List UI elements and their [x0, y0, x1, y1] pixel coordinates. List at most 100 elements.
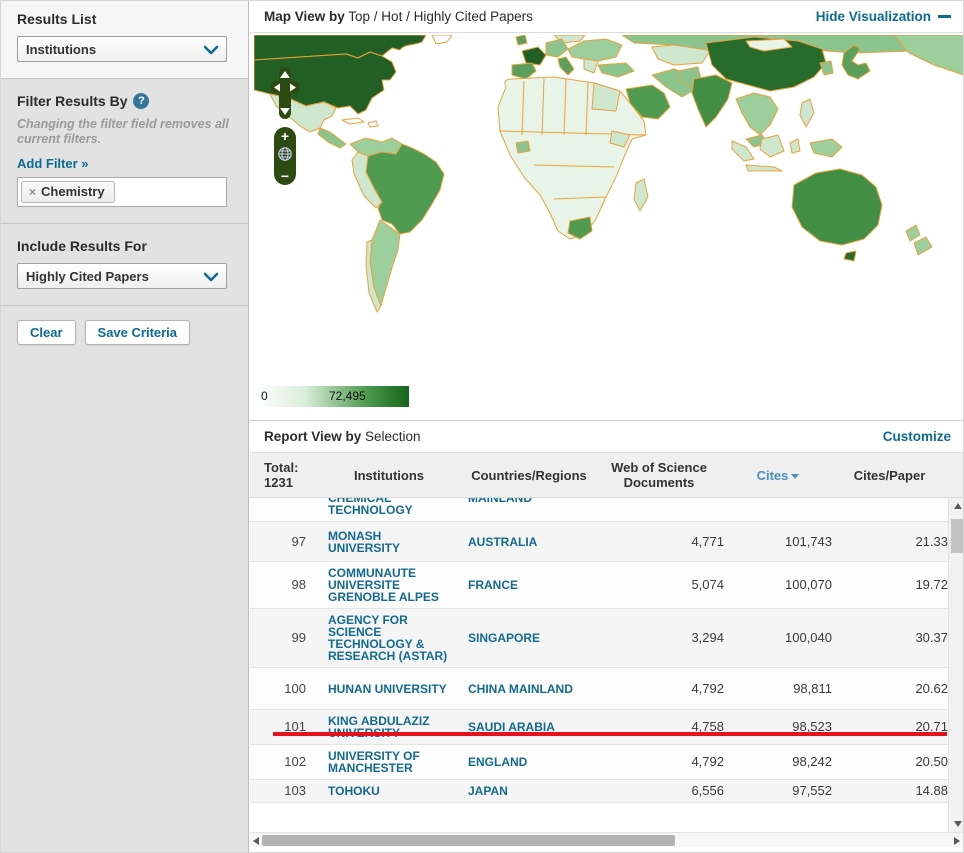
- institution-link[interactable]: UNIVERSITY OF MANCHESTER: [314, 750, 464, 774]
- minus-icon: [938, 15, 951, 18]
- cites-paper-cell: 20.50: [832, 756, 948, 768]
- filter-tags-box[interactable]: × Chemistry: [17, 177, 227, 207]
- table-header-row: Total: 1231 Institutions Countries/Regio…: [250, 452, 964, 498]
- cites-cell: 101,743: [724, 536, 832, 548]
- remove-filter-icon[interactable]: ×: [29, 185, 36, 199]
- rank-cell: 102: [250, 756, 314, 768]
- cites-paper-cell: 20.62: [832, 683, 948, 695]
- rank-cell: 103: [250, 785, 314, 797]
- globe-icon[interactable]: [277, 146, 293, 167]
- include-results-title: Include Results For: [17, 238, 232, 254]
- zoom-out-button[interactable]: −: [281, 170, 289, 182]
- scroll-up-button[interactable]: [949, 498, 964, 514]
- triangle-left-icon: [253, 837, 259, 845]
- column-cites-sort[interactable]: Cites: [724, 468, 832, 483]
- sidebar: Results List Institutions Filter Results…: [1, 1, 249, 853]
- cites-cell: 97,552: [724, 785, 832, 797]
- filter-note: Changing the filter field removes all cu…: [17, 117, 232, 147]
- map-zoom-control[interactable]: + −: [274, 127, 296, 185]
- map-pan-control[interactable]: [270, 67, 300, 119]
- continent-africa[interactable]: [498, 77, 648, 239]
- add-filter-link[interactable]: Add Filter »: [17, 156, 89, 171]
- column-wos-documents: Web of Science Documents: [594, 460, 724, 490]
- triangle-down-icon: [954, 821, 962, 827]
- results-list-title: Results List: [17, 11, 232, 27]
- table-row: CHEMICAL TECHNOLOGYMAINLAND: [250, 498, 948, 522]
- results-list-section: Results List Institutions: [1, 1, 248, 79]
- continent-asia[interactable]: [678, 37, 870, 171]
- rank-cell: 100: [250, 683, 314, 695]
- cites-cell: 98,242: [724, 756, 832, 768]
- institution-link[interactable]: AGENCY FOR SCIENCE TECHNOLOGY & RESEARCH…: [314, 614, 464, 662]
- continent-south-america[interactable]: [350, 138, 444, 312]
- map-view-title: Map View by Top / Hot / Highly Cited Pap…: [264, 9, 533, 24]
- customize-link[interactable]: Customize: [883, 429, 951, 444]
- docs-cell: 4,771: [594, 536, 724, 548]
- institution-link[interactable]: MONASH UNIVERSITY: [314, 530, 464, 554]
- zoom-in-button[interactable]: +: [281, 130, 289, 142]
- country-link[interactable]: FRANCE: [464, 579, 594, 591]
- table-row-101: 101KING ABDULAZIZ UNIVERSITYSAUDI ARABIA…: [250, 710, 948, 745]
- docs-cell: 5,074: [594, 579, 724, 591]
- filter-title: Filter Results By: [17, 93, 127, 109]
- institution-link[interactable]: TOHOKU: [314, 785, 464, 797]
- institution-link[interactable]: COMMUNAUTE UNIVERSITE GRENOBLE ALPES: [314, 567, 464, 603]
- docs-cell: 3,294: [594, 632, 724, 644]
- results-list-select[interactable]: Institutions: [17, 36, 227, 62]
- esi-app-window: Results List Institutions Filter Results…: [0, 0, 964, 853]
- world-choropleth-map[interactable]: [254, 35, 964, 375]
- docs-cell: 6,556: [594, 785, 724, 797]
- save-criteria-button[interactable]: Save Criteria: [85, 320, 191, 345]
- country-link[interactable]: ENGLAND: [464, 756, 594, 768]
- triangle-right-icon: [954, 837, 960, 845]
- scroll-down-button[interactable]: [949, 816, 964, 832]
- scroll-right-button[interactable]: [951, 833, 963, 847]
- cites-paper-cell: 14.88: [832, 785, 948, 797]
- legend-max-value: 72,495: [329, 389, 366, 403]
- cites-paper-cell: 30.37: [832, 632, 948, 644]
- filter-tag-chemistry[interactable]: × Chemistry: [21, 181, 115, 203]
- filter-tag-label: Chemistry: [41, 184, 105, 199]
- main-panel: Map View by Top / Hot / Highly Cited Pap…: [250, 1, 964, 853]
- report-view-title: Report View by Selection: [264, 429, 421, 444]
- include-results-select[interactable]: Highly Cited Papers: [17, 263, 227, 289]
- clear-button[interactable]: Clear: [17, 320, 76, 345]
- sort-down-icon: [791, 474, 799, 479]
- triangle-up-icon: [954, 503, 962, 509]
- continent-oceania[interactable]: [792, 169, 932, 261]
- docs-cell: 4,792: [594, 756, 724, 768]
- chevron-down-icon: [202, 270, 220, 289]
- cites-cell: 100,040: [724, 632, 832, 644]
- scroll-left-button[interactable]: [250, 833, 262, 847]
- report-view-header: Report View by Selection Customize: [250, 421, 964, 452]
- hide-visualization-link[interactable]: Hide Visualization: [816, 9, 951, 24]
- table-row-103: 103TOHOKUJAPAN6,55697,55214.88: [250, 780, 948, 803]
- map-view-header: Map View by Top / Hot / Highly Cited Pap…: [250, 1, 964, 33]
- cites-paper-cell: 19.72: [832, 579, 948, 591]
- country-link[interactable]: MAINLAND: [464, 498, 594, 504]
- cites-cell: 100,070: [724, 579, 832, 591]
- continent-europe[interactable]: [512, 35, 634, 79]
- chevron-down-icon: [202, 43, 220, 62]
- country-link[interactable]: CHINA MAINLAND: [464, 683, 594, 695]
- map-area: + − 0 72,495: [250, 33, 964, 421]
- results-list-selected-value: Institutions: [26, 42, 96, 57]
- country-link[interactable]: AUSTRALIA: [464, 536, 594, 548]
- help-icon[interactable]: ?: [133, 93, 149, 109]
- cites-cell: 98,811: [724, 683, 832, 695]
- vertical-scrollbar[interactable]: [948, 498, 964, 832]
- country-link[interactable]: JAPAN: [464, 785, 594, 797]
- institution-link[interactable]: HUNAN UNIVERSITY: [314, 683, 464, 695]
- horizontal-scrollbar[interactable]: [250, 832, 964, 847]
- column-countries-regions: Countries/Regions: [464, 468, 594, 483]
- table-row-100: 100HUNAN UNIVERSITYCHINA MAINLAND4,79298…: [250, 668, 948, 710]
- column-institutions: Institutions: [314, 468, 464, 483]
- country-link[interactable]: SINGAPORE: [464, 632, 594, 644]
- rank-cell: 98: [250, 579, 314, 591]
- vertical-scrollbar-thumb[interactable]: [951, 519, 964, 553]
- cites-paper-cell: 21.33: [832, 536, 948, 548]
- institution-link[interactable]: CHEMICAL TECHNOLOGY: [314, 498, 464, 516]
- column-total: Total: 1231: [250, 460, 314, 490]
- horizontal-scrollbar-thumb[interactable]: [262, 835, 675, 846]
- table-row-98: 98COMMUNAUTE UNIVERSITE GRENOBLE ALPESFR…: [250, 562, 948, 609]
